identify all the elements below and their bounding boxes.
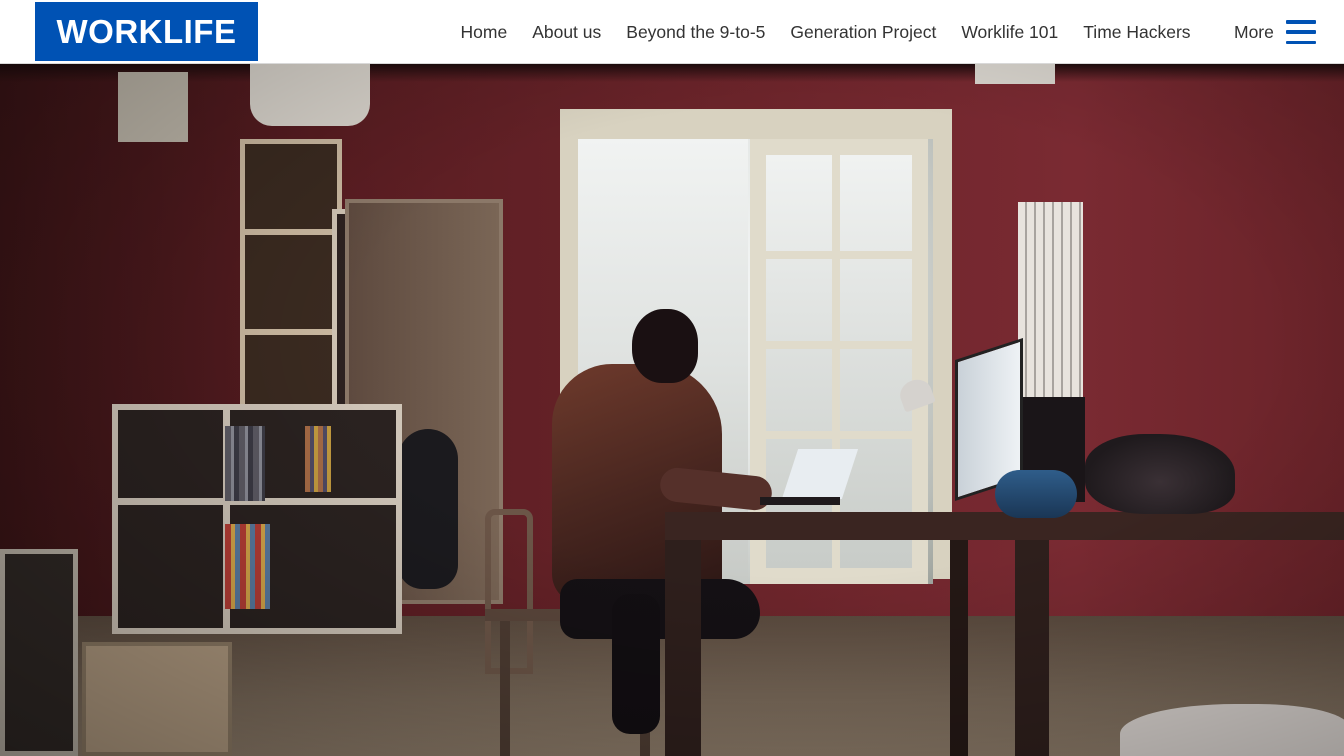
hamburger-menu-icon bbox=[1285, 20, 1316, 44]
nav-link-home[interactable]: Home bbox=[461, 22, 508, 43]
worklife-logo[interactable]: WORKLIFE bbox=[35, 2, 258, 61]
guitar-case bbox=[398, 429, 458, 589]
air-conditioner bbox=[250, 64, 370, 126]
site-header: WORKLIFE Home About us Beyond the 9-to-5… bbox=[0, 0, 1344, 64]
page: WORKLIFE Home About us Beyond the 9-to-5… bbox=[0, 0, 1344, 756]
nav-link-time-hackers[interactable]: Time Hackers bbox=[1083, 22, 1190, 43]
nav-link-beyond-9-to-5[interactable]: Beyond the 9-to-5 bbox=[626, 22, 765, 43]
speaker bbox=[995, 470, 1077, 518]
nav-link-generation-project[interactable]: Generation Project bbox=[790, 22, 936, 43]
hero-image bbox=[0, 64, 1344, 756]
nav-link-worklife-101[interactable]: Worklife 101 bbox=[961, 22, 1058, 43]
bookshelf-tall bbox=[240, 139, 342, 419]
more-label: More bbox=[1234, 21, 1274, 42]
desk bbox=[665, 512, 1344, 540]
nav-link-about-us[interactable]: About us bbox=[532, 22, 601, 43]
main-nav: Home About us Beyond the 9-to-5 Generati… bbox=[448, 0, 1203, 64]
more-menu-button[interactable]: More bbox=[1234, 0, 1316, 64]
